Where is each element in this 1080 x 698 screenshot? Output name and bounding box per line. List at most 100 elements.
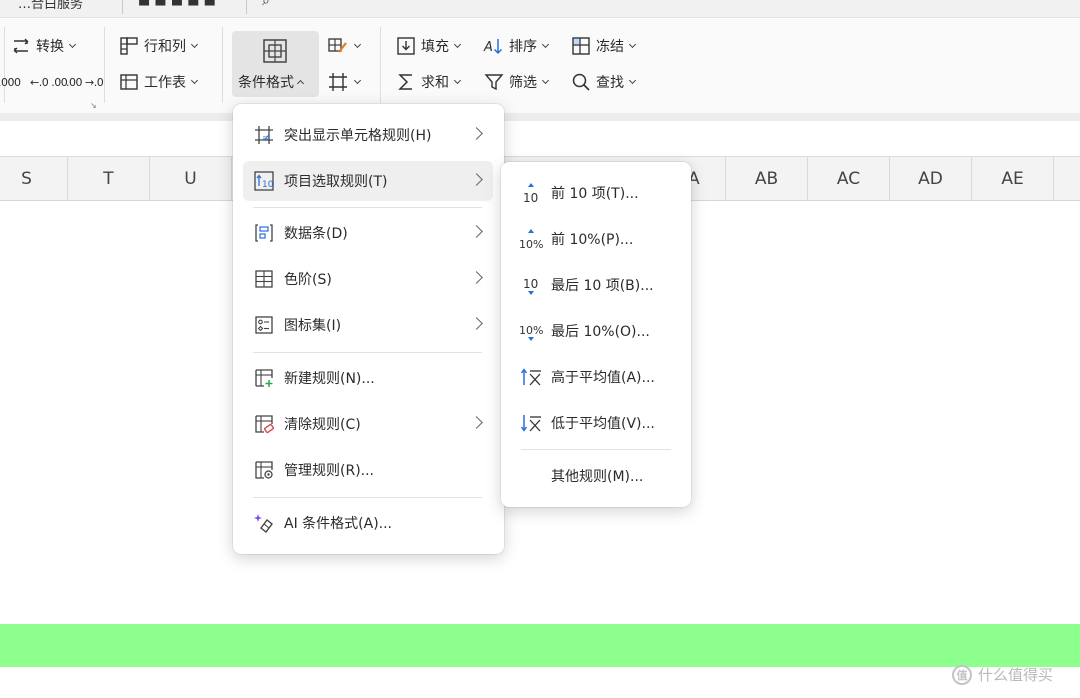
submenu-item-bottom-10-percent[interactable]: 10% 最后 10%(O)... [501,311,691,351]
convert-icon [10,35,32,57]
top-10-items-icon: 10 [519,181,543,205]
submenu-item-below-average[interactable]: 低于平均值(V)... [501,403,691,443]
svg-text:10: 10 [523,277,538,291]
column-header[interactable]: AE [972,157,1054,201]
chevron-right-icon [470,225,483,238]
divider [222,27,223,103]
fill-label: 填充 [421,39,449,55]
menu-divider [253,497,482,498]
sum-button[interactable]: 求和 [395,69,463,95]
search-icon [570,71,592,93]
worksheet-button[interactable]: 工作表 [118,69,200,95]
menu-item-highlight-rules[interactable]: ≠ 突出显示单元格规则(H) [243,115,493,155]
submenu-item-label: 高于平均值(A)... [551,370,655,386]
data-bars-icon [253,222,275,244]
top-bottom-rules-icon: 10 [253,170,275,192]
menu-item-label: AI 条件格式(A)... [284,516,393,532]
row-column-label: 行和列 [144,39,186,55]
sort-icon: A [483,35,505,57]
color-scales-icon [253,268,275,290]
watermark-text: 什么值得买 [978,666,1054,684]
menu-item-label: 清除规则(C) [284,417,361,433]
submenu-item-other-rules[interactable]: 其他规则(M)... [501,456,691,496]
svg-text:10%: 10% [519,324,543,337]
find-button[interactable]: 查找 [570,69,638,95]
row-column-button[interactable]: 行和列 [118,33,200,59]
menu-item-data-bars[interactable]: 数据条(D) [243,213,493,253]
submenu-item-label: 前 10%(P)... [551,232,634,248]
increase-decimal-label: .00 →.0 [66,75,104,89]
submenu-item-top-10-items[interactable]: 10 前 10 项(T)... [501,173,691,213]
chevron-down-icon [628,41,638,51]
menu-item-icon-sets[interactable]: 图标集(I) [243,305,493,345]
convert-label: 转换 [36,39,64,55]
worksheet-icon [118,71,140,93]
filter-button[interactable]: 筛选 [483,69,551,95]
submenu-item-above-average[interactable]: 高于平均值(A)... [501,357,691,397]
chevron-up-icon [296,77,306,87]
watermark-logo-icon: 值 [952,664,972,685]
menu-item-clear-rules[interactable]: 清除规则(C) [243,404,493,444]
menu-divider [253,352,482,353]
menu-item-top-bottom-rules[interactable]: 10 项目选取规则(T) [243,161,493,201]
icon-sets-icon [253,314,275,336]
top-strip: …合白服务 ■ ■ ■ ■ ■ ⌕ [0,0,1080,18]
chevron-right-icon [470,271,483,284]
menu-item-label: 新建规则(N)... [284,371,375,387]
chevron-down-icon [541,77,551,87]
format-painter-button[interactable] [327,33,363,59]
submenu-item-bottom-10-items[interactable]: 10 最后 10 项(B)... [501,265,691,305]
formula-bar[interactable] [0,121,1080,157]
chevron-right-icon [470,127,483,140]
number-format-button[interactable]: .000 [0,69,21,95]
submenu-item-top-10-percent[interactable]: 10% 前 10%(P)... [501,219,691,259]
svg-text:10: 10 [262,180,274,190]
conditional-format-button[interactable]: 条件格式 [232,31,319,97]
menu-item-label: 色阶(S) [284,272,332,288]
menu-item-ai-format[interactable]: AI 条件格式(A)... [243,503,493,543]
sum-label: 求和 [421,75,449,91]
svg-text:10: 10 [523,191,538,205]
freeze-button[interactable]: 冻结 [570,33,638,59]
submenu-item-label: 前 10 项(T)... [551,186,639,202]
chevron-right-icon [470,173,483,186]
menu-item-color-scales[interactable]: 色阶(S) [243,259,493,299]
green-highlight-bar [0,624,1080,667]
column-header[interactable]: AC [808,157,890,201]
fill-icon [395,35,417,57]
column-header[interactable]: AB [726,157,808,201]
menu-item-new-rule[interactable]: 新建规则(N)... [243,358,493,398]
chevron-right-icon [470,416,483,429]
column-header[interactable]: AD [890,157,972,201]
convert-button[interactable]: 转换 [10,33,78,59]
column-header[interactable]: U [150,157,232,201]
chevron-right-icon [470,317,483,330]
top-fragment-1: …合白服务 [18,0,84,12]
decrease-decimal-button[interactable]: ←.0 .00 [30,69,68,95]
menu-item-label: 数据条(D) [284,226,348,242]
chevron-down-icon [353,77,363,87]
svg-text:≠: ≠ [262,133,270,144]
fill-button[interactable]: 填充 [395,33,463,59]
freeze-icon [570,35,592,57]
chevron-down-icon [628,77,638,87]
bottom-10-items-icon: 10 [519,273,543,297]
border-button[interactable] [327,69,363,95]
column-header[interactable]: T [68,157,150,201]
below-average-icon [519,411,543,435]
row-column-icon [118,35,140,57]
menu-item-label: 管理规则(R)... [284,463,375,479]
watermark: 值 什么值得买 [952,664,1053,685]
increase-decimal-button[interactable]: .00 →.0 [66,69,104,95]
chevron-down-icon [68,41,78,51]
chevron-down-icon [190,41,200,51]
column-header[interactable]: S [0,157,68,201]
worksheet-label: 工作表 [144,75,186,91]
divider [122,0,123,14]
sort-button[interactable]: A 排序 [483,33,551,59]
submenu-item-label: 其他规则(M)... [551,469,644,485]
table-style-icon [327,35,349,57]
menu-item-manage-rules[interactable]: 管理规则(R)... [243,450,493,490]
number-format-label: .000 [0,75,21,89]
dialog-launcher-icon[interactable]: ↘ [90,101,97,110]
